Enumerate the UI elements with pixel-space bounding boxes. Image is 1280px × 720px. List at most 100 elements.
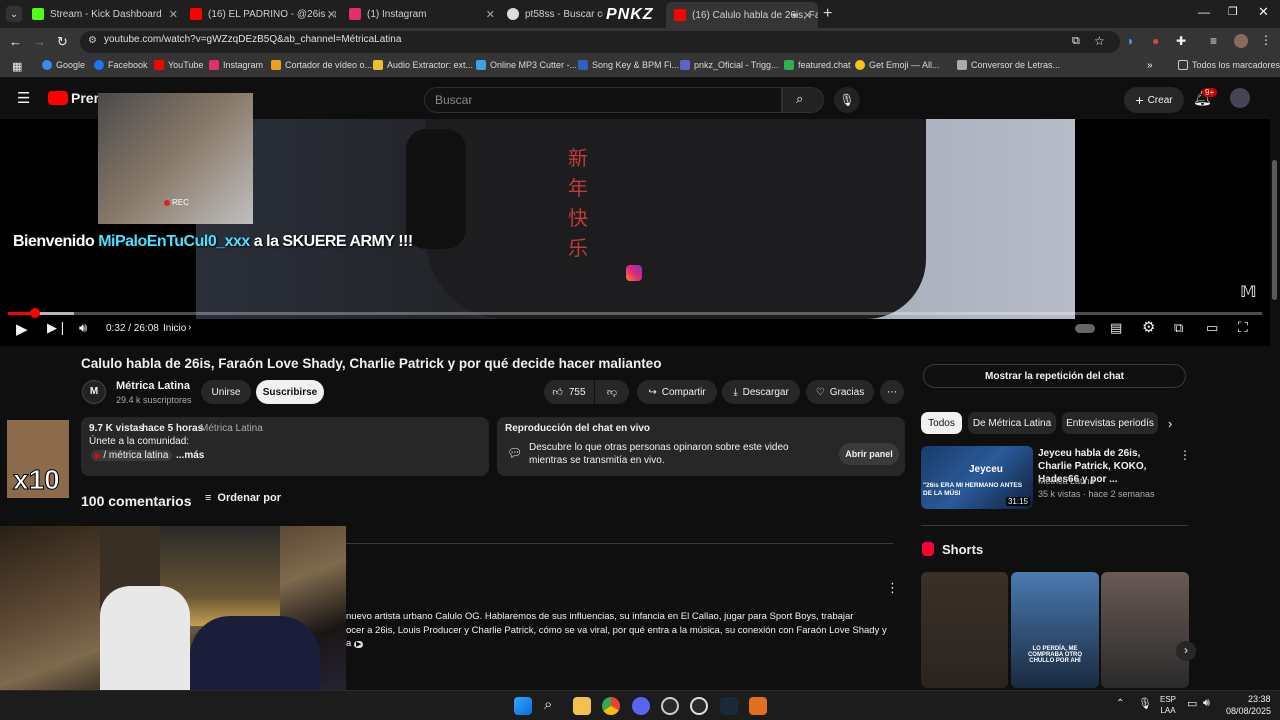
back-icon[interactable]: ← <box>9 34 22 49</box>
subscribe-button[interactable]: Suscribirse <box>256 380 324 404</box>
bookmark-facebook[interactable]: Facebook <box>94 60 148 70</box>
clock-time[interactable]: 23:38 <box>1248 694 1271 704</box>
recommended-menu-icon[interactable]: ⋮ <box>1179 448 1191 462</box>
obs-icon[interactable] <box>661 697 679 715</box>
search-icon[interactable]: ⌕ <box>544 696 552 713</box>
bookmark-mp3-cutter[interactable]: Online MP3 Cutter -... <box>476 60 577 70</box>
dislike-button[interactable]: 👎︎ <box>595 380 629 404</box>
search-button[interactable]: ⌕ <box>782 87 824 113</box>
show-more[interactable]: ...más <box>176 450 204 461</box>
close-window-button[interactable]: ✕ <box>1258 4 1269 20</box>
youtube-logo[interactable] <box>48 91 68 105</box>
microphone-icon[interactable]: 🎙︎ <box>1138 697 1152 710</box>
chip-entrevistas[interactable]: Entrevistas periodís <box>1062 412 1158 434</box>
url-text[interactable]: youtube.com/watch?v=gWZzqDEzB5Q&ab_chann… <box>104 34 401 45</box>
install-icon[interactable]: ⧉ <box>1072 35 1080 48</box>
language-indicator[interactable]: ESP LAA <box>1160 694 1176 716</box>
miniplayer-icon[interactable]: ⧉ <box>1174 320 1183 336</box>
forward-icon[interactable]: → <box>33 34 46 49</box>
steam-icon[interactable] <box>720 697 738 715</box>
tab-kick[interactable]: Stream - Kick Dashboard ✕ <box>32 4 178 24</box>
channel-name[interactable]: Métrica Latina <box>116 380 190 392</box>
thanks-button[interactable]: ♡ Gracias <box>806 380 874 404</box>
apps-icon[interactable]: ▦ <box>12 60 22 73</box>
bookmark-cortador[interactable]: Cortador de vídeo o... <box>271 60 372 70</box>
tray-chevron-icon[interactable]: ⌃ <box>1116 698 1124 709</box>
channel-avatar[interactable]: M <box>82 380 106 404</box>
volume-icon[interactable]: 🔊︎ <box>1203 697 1210 710</box>
play-icon[interactable]: ▶ <box>16 320 28 338</box>
bookmark-youtube[interactable]: YouTube <box>154 60 203 70</box>
chrome-icon[interactable] <box>602 697 620 715</box>
tab-google-search[interactable]: pt58ss - Buscar con G <box>507 4 603 24</box>
chevron-right-icon[interactable]: » <box>1147 60 1153 71</box>
minimize-button[interactable]: — <box>1198 5 1210 19</box>
fullscreen-icon[interactable]: ⛶ <box>1238 319 1248 336</box>
network-icon[interactable]: ▭ <box>1187 697 1197 710</box>
close-icon[interactable]: ✕ <box>803 9 812 22</box>
create-button[interactable]: + Crear <box>1124 87 1184 113</box>
windows-start-icon[interactable] <box>514 697 532 715</box>
chevron-right-icon[interactable]: › <box>1168 416 1172 431</box>
short-thumbnail-1[interactable] <box>921 572 1008 688</box>
chip-metrica[interactable]: De Métrica Latina <box>968 412 1056 434</box>
like-button[interactable]: 👍︎ 755 <box>544 380 594 404</box>
share-button[interactable]: ↪ Compartir <box>637 380 717 404</box>
account-avatar[interactable] <box>1230 88 1250 108</box>
extension-red-icon[interactable]: ● <box>1152 34 1159 48</box>
profile-avatar[interactable] <box>1234 34 1248 48</box>
all-bookmarks[interactable]: Todos los marcadores <box>1178 60 1280 70</box>
description-box[interactable]: 9.7 K vistas hace 5 horas Métrica Latina… <box>81 417 489 476</box>
short-thumbnail-2[interactable]: LO PERDÍA, ME COMPRABA OTRO CHULLO POR A… <box>1011 572 1099 688</box>
new-tab-button[interactable]: + <box>823 5 832 23</box>
chevron-right-icon[interactable]: › <box>188 322 191 333</box>
bookmark-pnkz[interactable]: pnkz_Oficial - Trigg... <box>680 60 779 70</box>
page-scrollbar[interactable] <box>1272 160 1277 300</box>
close-icon[interactable]: ✕ <box>486 8 495 21</box>
media-controls-icon[interactable]: ≡ <box>1210 34 1217 48</box>
bookmark-star-icon[interactable]: ☆ <box>1094 34 1105 48</box>
more-actions-button[interactable]: ⋯ <box>880 380 904 404</box>
bookmark-instagram[interactable]: Instagram <box>209 60 263 70</box>
search-input[interactable]: Buscar <box>424 87 782 113</box>
media-player-icon[interactable] <box>690 697 708 715</box>
bookmark-conversor[interactable]: Conversor de Letras... <box>957 60 1060 70</box>
hamburger-menu-icon[interactable]: ☰ <box>17 89 30 107</box>
autoplay-toggle[interactable] <box>1075 324 1095 333</box>
discord-icon[interactable] <box>632 697 650 715</box>
shorts-next-button[interactable]: › <box>1176 641 1196 661</box>
community-link[interactable]: ▶ / métrica latina <box>91 450 173 461</box>
close-icon[interactable]: ✕ <box>327 8 336 21</box>
voice-search-button[interactable]: 🎙︎ <box>834 87 860 113</box>
recommended-thumbnail[interactable]: Jeyceu "26is ERA MI HERMANO ANTES DE LA … <box>921 446 1033 509</box>
channel-watermark-icon[interactable]: 𝕄 <box>1240 282 1257 302</box>
open-panel-button[interactable]: Abrir panel <box>839 443 899 465</box>
bookmark-audio-extractor[interactable]: Audio Extractor: ext... <box>373 60 473 70</box>
file-explorer-icon[interactable] <box>573 697 591 715</box>
chapter-label[interactable]: Inicio <box>163 323 186 334</box>
show-chat-replay-button[interactable]: Mostrar la repetición del chat <box>923 364 1186 388</box>
extension-icon[interactable]: ◗ <box>1127 34 1134 48</box>
download-button[interactable]: ⤓ Descargar <box>722 380 800 404</box>
comment-menu-icon[interactable]: ⋮ <box>886 580 899 596</box>
subtitles-icon[interactable]: ▤ <box>1110 320 1122 336</box>
tab-padrino[interactable]: (16) EL PADRINO - @26is , @he ✕ <box>190 4 336 24</box>
reload-icon[interactable]: ↻ <box>57 34 68 50</box>
next-icon[interactable]: ▶❘ <box>47 320 68 336</box>
bookmark-google[interactable]: Google <box>42 60 85 70</box>
tab-calulo[interactable]: (16) Calulo habla de 26is, Fa 🔊︎ ✕ <box>666 2 818 28</box>
close-icon[interactable]: ✕ <box>169 8 178 21</box>
restore-button[interactable]: ❐ <box>1228 5 1238 18</box>
tab-list-button[interactable]: ⌄ <box>6 6 22 22</box>
app-icon[interactable] <box>749 697 767 715</box>
bookmark-featured-chat[interactable]: featured.chat <box>784 60 851 70</box>
bookmark-get-emoji[interactable]: Get Emoji — All... <box>855 60 940 70</box>
bookmark-song-key[interactable]: Song Key & BPM Fi... <box>578 60 679 70</box>
extensions-puzzle-icon[interactable]: ✚ <box>1176 34 1186 48</box>
site-info-icon[interactable]: ⚙ <box>88 35 97 46</box>
theater-mode-icon[interactable]: ▭ <box>1206 320 1218 336</box>
join-button[interactable]: Unirse <box>201 380 251 404</box>
tab-instagram[interactable]: (1) Instagram ✕ <box>349 4 495 24</box>
speaker-icon[interactable]: 🔊︎ <box>792 10 798 21</box>
short-thumbnail-3[interactable] <box>1101 572 1189 688</box>
